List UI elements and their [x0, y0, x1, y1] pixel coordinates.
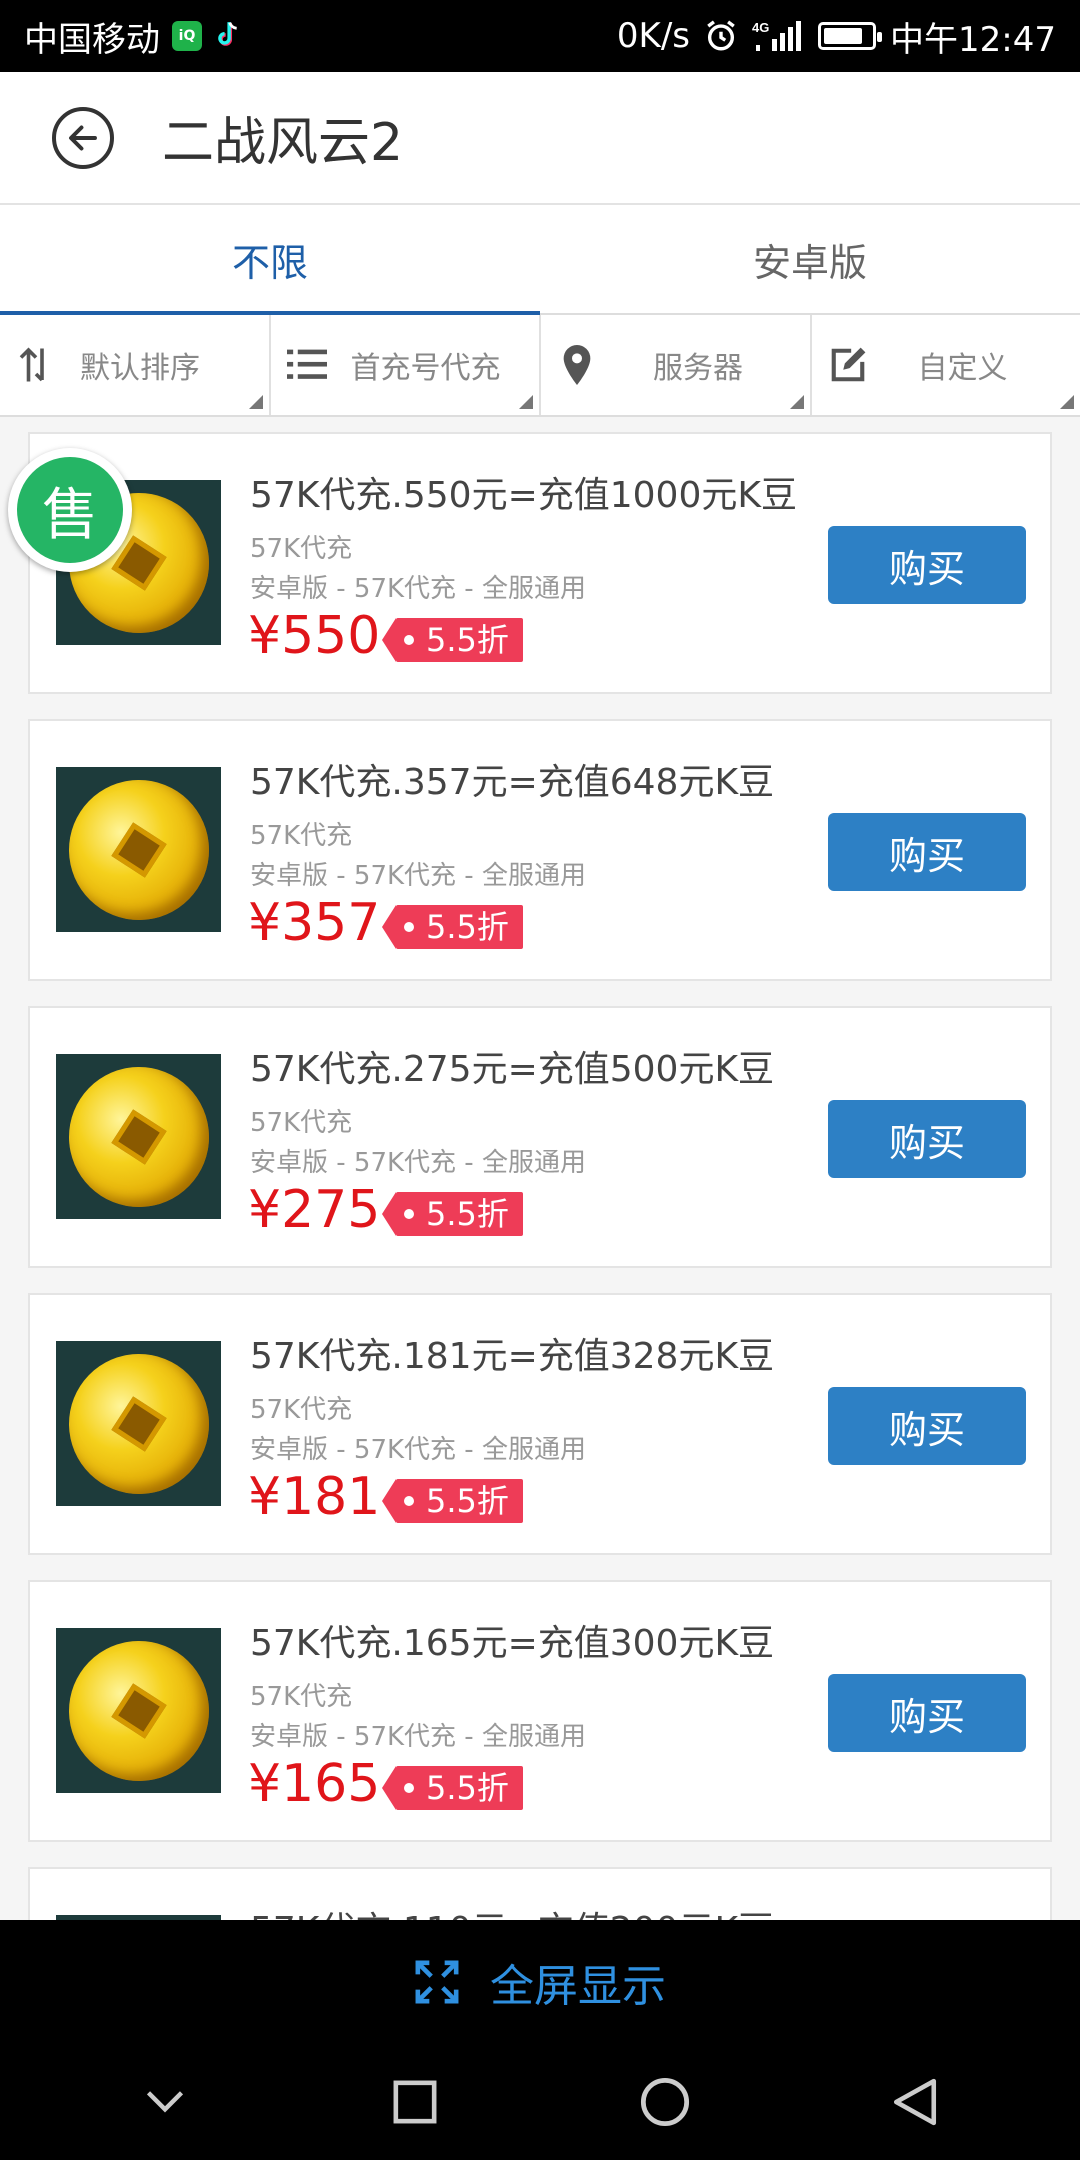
filter-custom[interactable]: 自定义	[812, 315, 1080, 415]
nav-back-button[interactable]	[885, 2072, 945, 2132]
buy-button[interactable]: 购买	[828, 1387, 1026, 1465]
tiktok-app-icon	[214, 21, 242, 51]
fullscreen-button[interactable]: 全屏显示	[0, 1920, 1080, 2044]
clock: 中午12:47	[890, 19, 1056, 60]
status-left: 中国移动 iQ	[24, 12, 242, 61]
sale-badge: 售	[8, 448, 132, 572]
fullscreen-label: 全屏显示	[490, 1961, 666, 2012]
gold-coin-icon	[55, 766, 222, 933]
list-icon	[286, 345, 327, 385]
discount-label: 5.5折	[426, 1195, 509, 1233]
coin-thumbnail	[55, 766, 222, 933]
nav-home-button[interactable]	[635, 2072, 695, 2132]
product-title: 57K代充.275元=充值500元K豆	[250, 1049, 775, 1090]
discount-label: 5.5折	[426, 621, 509, 659]
nav-recents-button[interactable]	[385, 2072, 445, 2132]
triangle-back-icon	[893, 2078, 937, 2126]
circle-icon	[640, 2077, 690, 2127]
product-price: ¥165	[248, 1754, 381, 1814]
coin-thumbnail	[55, 1340, 222, 1507]
tab-all[interactable]: 不限	[0, 205, 540, 315]
product-desc: 安卓版 - 57K代充 - 全服通用	[250, 861, 586, 891]
product-price: ¥275	[248, 1180, 381, 1240]
buy-button[interactable]: 购买	[828, 813, 1026, 891]
discount-tag: 5.5折	[382, 618, 523, 662]
buy-button[interactable]: 购买	[828, 1100, 1026, 1178]
product-card[interactable]: 57K代充.165元=充值300元K豆 57K代充 安卓版 - 57K代充 - …	[28, 1580, 1052, 1842]
product-desc: 安卓版 - 57K代充 - 全服通用	[250, 1148, 586, 1178]
coin-thumbnail	[55, 1053, 222, 1220]
filter-type-label: 首充号代充	[350, 351, 501, 386]
filter-server[interactable]: 服务器	[541, 315, 812, 415]
filter-custom-label: 自定义	[917, 351, 1008, 386]
nav-collapse-button[interactable]	[135, 2072, 195, 2132]
carrier-label: 中国移动	[24, 19, 160, 60]
gold-coin-icon	[55, 1340, 222, 1507]
product-title: 57K代充.357元=充值648元K豆	[250, 762, 775, 803]
expand-icon	[415, 1960, 459, 2004]
signal-icon: 4G	[752, 19, 804, 53]
page-title: 二战风云2	[162, 113, 404, 173]
dropdown-corner-icon	[519, 395, 533, 409]
iqiyi-app-icon: iQ	[172, 21, 202, 51]
product-seller: 57K代充	[250, 534, 353, 564]
product-title: 57K代充.550元=充值1000元K豆	[250, 475, 797, 516]
discount-tag: 5.5折	[382, 1479, 523, 1523]
product-card[interactable]: 57K代充.275元=充值500元K豆 57K代充 安卓版 - 57K代充 - …	[28, 1006, 1052, 1268]
system-nav-bar	[0, 2044, 1080, 2160]
tab-android[interactable]: 安卓版	[540, 205, 1080, 313]
location-pin-icon	[557, 345, 597, 385]
product-seller: 57K代充	[250, 1395, 353, 1425]
discount-label: 5.5折	[426, 1482, 509, 1520]
gold-coin-icon	[55, 1627, 222, 1794]
product-card[interactable]: 57K代充.550元=充值1000元K豆 57K代充 安卓版 - 57K代充 -…	[28, 432, 1052, 694]
discount-tag: 5.5折	[382, 905, 523, 949]
product-seller: 57K代充	[250, 1108, 353, 1138]
product-card[interactable]: 57K代充.181元=充值328元K豆 57K代充 安卓版 - 57K代充 - …	[28, 1293, 1052, 1555]
product-price: ¥550	[248, 606, 381, 666]
filter-sort-label: 默认排序	[80, 351, 200, 386]
gold-coin-icon	[55, 1053, 222, 1220]
discount-label: 5.5折	[426, 908, 509, 946]
square-icon	[393, 2080, 437, 2124]
back-arrow-icon	[69, 125, 97, 150]
edit-icon	[828, 345, 868, 385]
dropdown-corner-icon	[1060, 395, 1074, 409]
product-price: ¥357	[248, 893, 381, 953]
filter-type[interactable]: 首充号代充	[271, 315, 541, 415]
product-title: 57K代充.165元=充值300元K豆	[250, 1623, 775, 1664]
battery-icon	[818, 22, 883, 50]
dropdown-corner-icon	[248, 395, 263, 409]
product-card[interactable]: 57K代充.357元=充值648元K豆 57K代充 安卓版 - 57K代充 - …	[28, 719, 1052, 981]
status-right: 0K/s 4G 中午12:47	[617, 12, 1056, 61]
filter-sort[interactable]: 默认排序	[0, 315, 271, 415]
buy-button[interactable]: 购买	[828, 526, 1026, 604]
filter-server-label: 服务器	[653, 351, 743, 386]
app-header: 二战风云2	[0, 72, 1080, 205]
back-button[interactable]	[52, 106, 114, 169]
net-speed: 0K/s	[616, 16, 691, 56]
filter-bar: 默认排序 首充号代充 服务器 自定义	[0, 315, 1080, 417]
dropdown-corner-icon	[789, 395, 804, 409]
buy-button[interactable]: 购买	[828, 1674, 1026, 1752]
sale-badge-label: 售	[17, 457, 123, 563]
coin-thumbnail	[55, 1627, 222, 1794]
discount-tag: 5.5折	[382, 1192, 523, 1236]
sort-icon	[16, 345, 56, 385]
product-title: 57K代充.181元=充值328元K豆	[250, 1336, 775, 1377]
product-desc: 安卓版 - 57K代充 - 全服通用	[250, 574, 586, 604]
product-seller: 57K代充	[250, 1682, 353, 1712]
status-bar: 中国移动 iQ 0K/s 4G 中午12:47	[0, 0, 1080, 72]
product-desc: 安卓版 - 57K代充 - 全服通用	[250, 1722, 586, 1752]
product-price: ¥181	[248, 1467, 381, 1527]
chevron-down-icon	[146, 2091, 184, 2113]
network-type: 4G	[752, 20, 769, 35]
platform-tabs: 不限 安卓版	[0, 205, 1080, 315]
alarm-icon	[704, 19, 738, 53]
discount-tag: 5.5折	[382, 1766, 523, 1810]
app-root: 中国移动 iQ 0K/s 4G 中午12:47 二战风云2 不限 安卓版 默认排…	[0, 0, 1080, 2160]
discount-label: 5.5折	[426, 1769, 509, 1807]
product-desc: 安卓版 - 57K代充 - 全服通用	[250, 1435, 586, 1465]
product-seller: 57K代充	[250, 821, 353, 851]
